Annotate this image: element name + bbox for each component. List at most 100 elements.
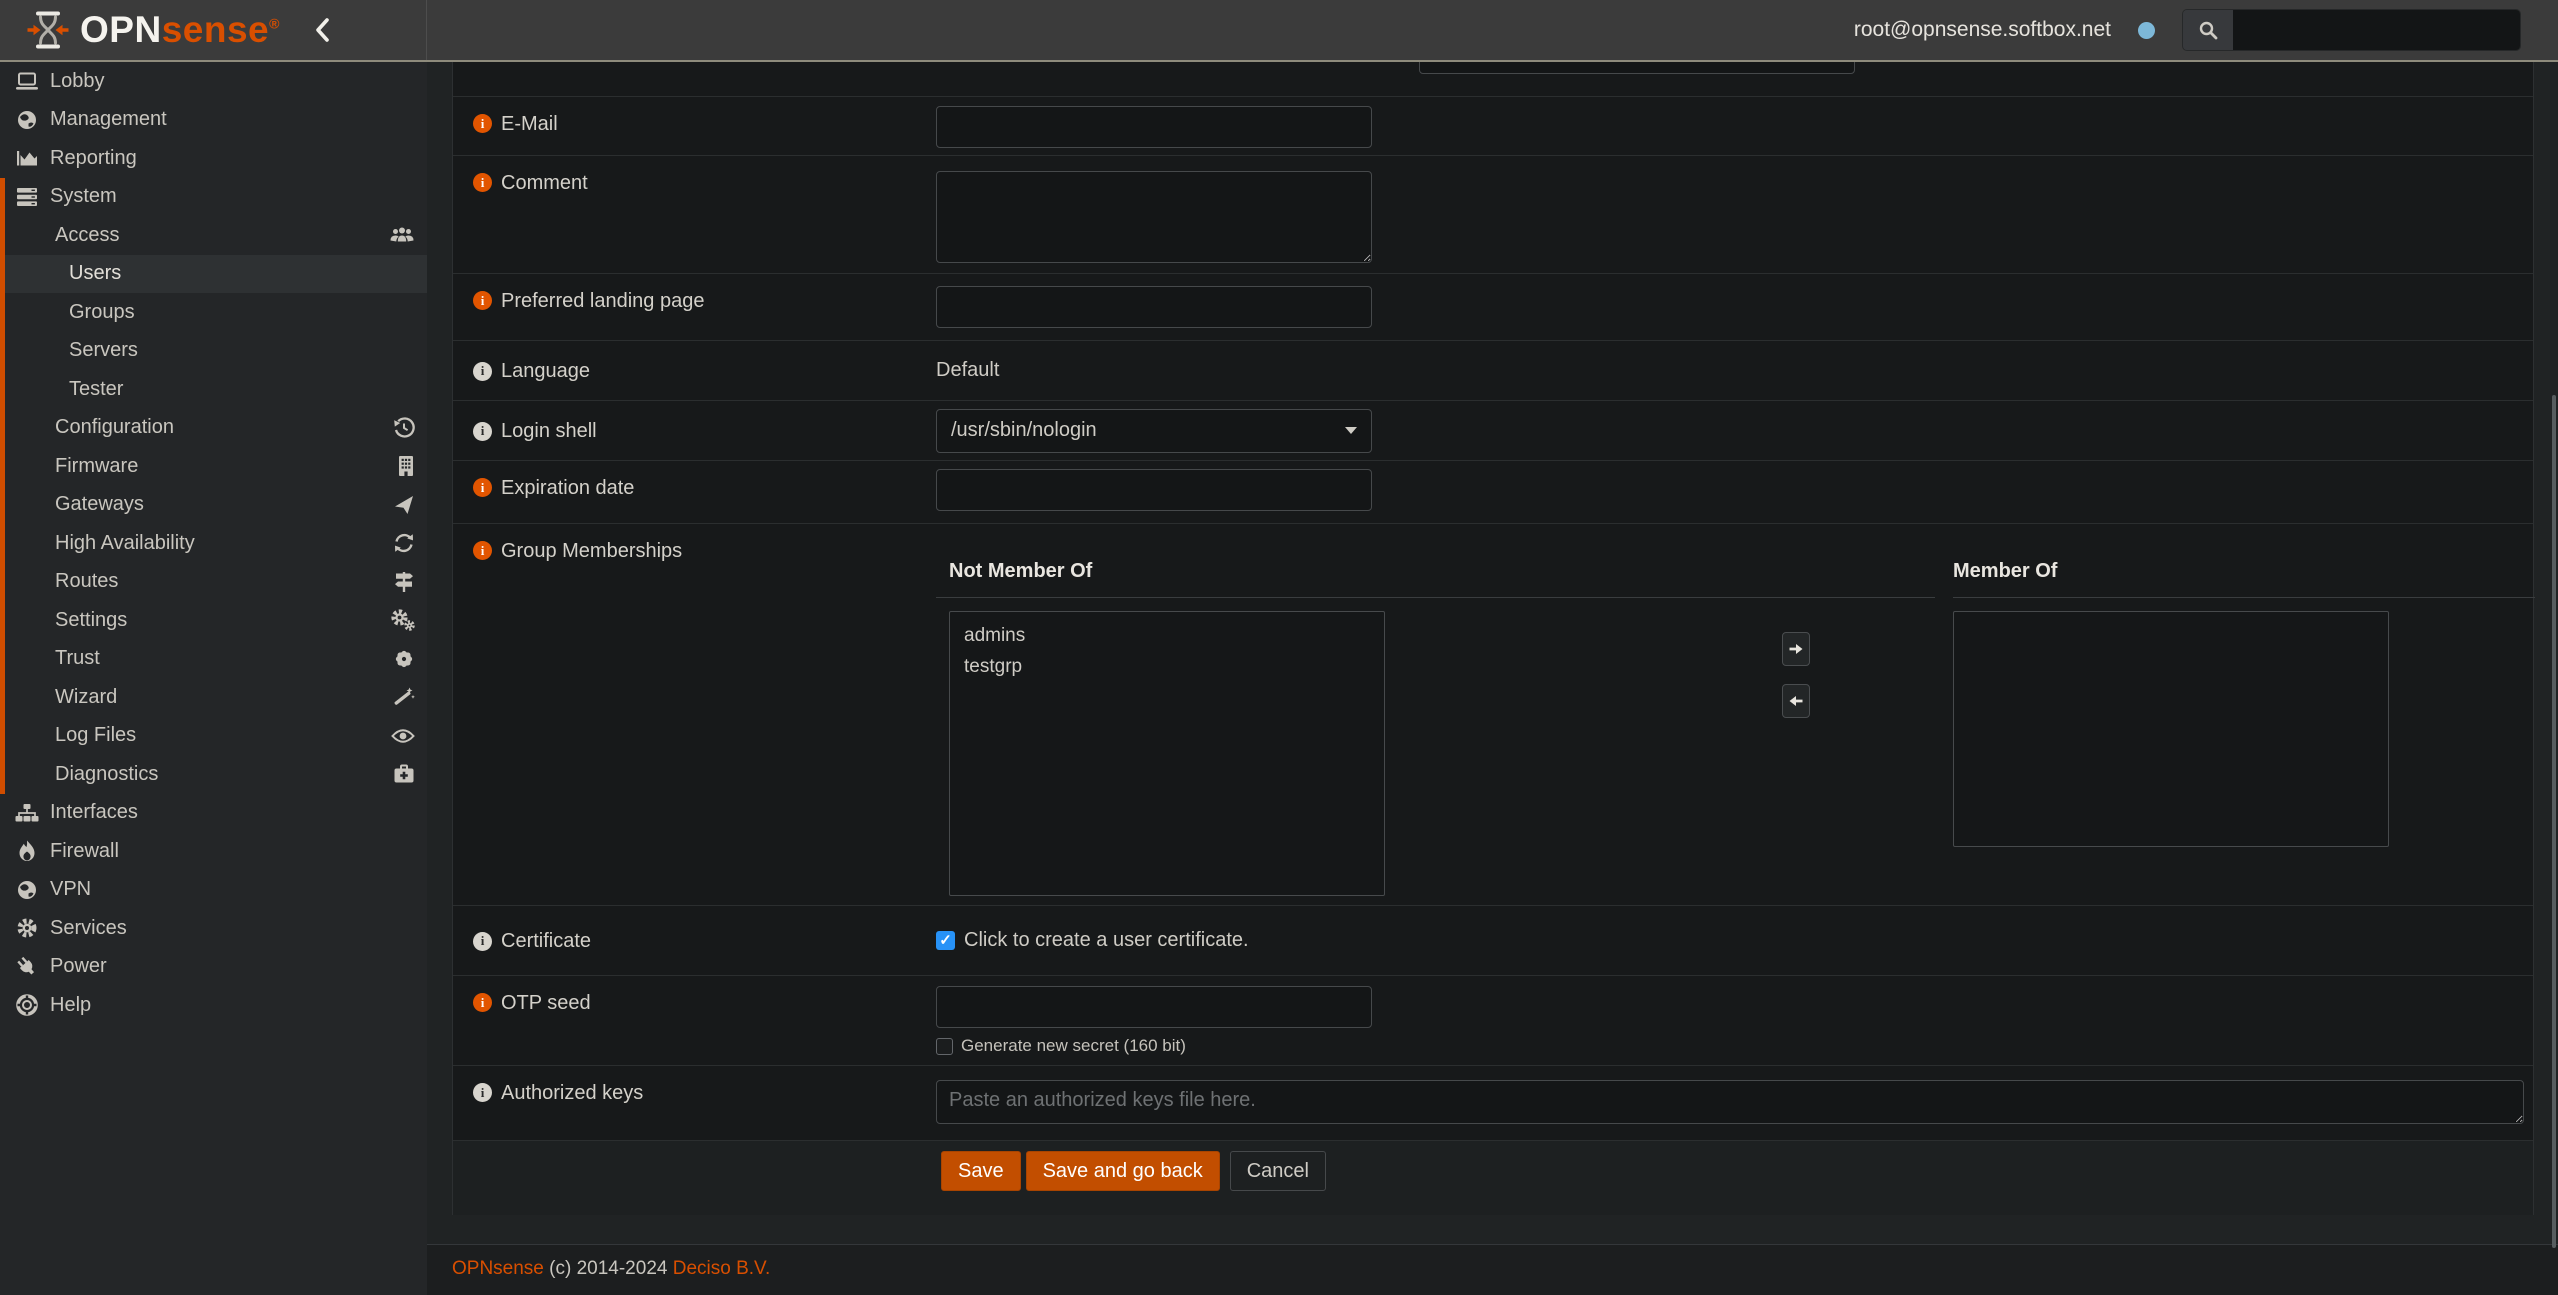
field-label: Certificate <box>501 930 591 952</box>
info-icon[interactable]: i <box>473 422 492 441</box>
group-option[interactable]: admins <box>950 612 1384 651</box>
deciso-footer-link[interactable]: Deciso B.V. <box>673 1258 771 1279</box>
authorized-keys-textarea[interactable] <box>936 1080 2524 1124</box>
field-label: E-Mail <box>501 113 558 135</box>
sidebar-item-vpn[interactable]: VPN <box>0 871 427 910</box>
brand-logo[interactable]: OPNsense® <box>0 0 427 60</box>
sidebar-item-lobby[interactable]: Lobby <box>0 62 427 101</box>
desktop-icon <box>13 71 41 91</box>
info-icon[interactable]: i <box>473 478 492 497</box>
form-row-comment: i Comment <box>453 155 2533 273</box>
sidebar-item-power[interactable]: Power <box>0 948 427 987</box>
life-ring-icon <box>13 994 41 1016</box>
brand-text: OPNsense® <box>80 9 280 51</box>
sidebar-item-reporting[interactable]: Reporting <box>0 139 427 178</box>
sidebar-collapse-chevron-icon[interactable] <box>314 17 330 43</box>
generate-secret-label: Generate new secret (160 bit) <box>961 1036 1186 1056</box>
remove-from-group-button[interactable] <box>1782 684 1810 718</box>
sidebar-item-system[interactable]: System <box>5 178 427 217</box>
vertical-scrollbar[interactable] <box>2552 395 2556 1248</box>
history-icon <box>393 417 415 439</box>
sidebar-item-groups[interactable]: Groups <box>5 293 427 332</box>
opnsense-footer-link[interactable]: OPNsense <box>452 1258 544 1279</box>
sidebar-item-routes[interactable]: Routes <box>5 563 427 602</box>
chevron-down-icon <box>1345 427 1357 434</box>
field-label: OTP seed <box>501 992 591 1014</box>
info-icon[interactable]: i <box>473 291 492 310</box>
expiration-date-input[interactable] <box>936 469 1372 511</box>
sidebar-item-configuration[interactable]: Configuration <box>5 409 427 448</box>
info-icon[interactable]: i <box>473 173 492 192</box>
sidebar-item-access[interactable]: Access <box>5 216 427 255</box>
search-icon[interactable] <box>2183 10 2233 50</box>
landing-page-input[interactable] <box>936 286 1372 328</box>
field-label: Preferred landing page <box>501 290 704 312</box>
gear-icon <box>13 917 41 939</box>
form-row-group-memberships: i Group Memberships Not Member Of admins… <box>453 523 2533 905</box>
logged-in-user[interactable]: root@opnsense.softbox.net <box>1854 18 2111 42</box>
user-status-dot[interactable] <box>2138 22 2155 39</box>
partial-top-input[interactable] <box>1419 62 1855 74</box>
sidebar-item-log-files[interactable]: Log Files <box>5 717 427 756</box>
info-icon[interactable]: i <box>473 932 492 951</box>
sidebar-item-settings[interactable]: Settings <box>5 601 427 640</box>
send-icon <box>393 494 415 516</box>
field-label: Login shell <box>501 420 597 442</box>
save-button[interactable]: Save <box>941 1151 1021 1191</box>
group-option[interactable]: testgrp <box>950 651 1384 682</box>
save-and-go-back-button[interactable]: Save and go back <box>1026 1151 1220 1191</box>
sidebar-item-tester[interactable]: Tester <box>5 370 427 409</box>
certificate-checkbox-label: Click to create a user certificate. <box>964 929 1249 952</box>
sidebar-item-interfaces[interactable]: Interfaces <box>0 794 427 833</box>
sidebar-item-trust[interactable]: Trust <box>5 640 427 679</box>
info-icon[interactable]: i <box>473 1083 492 1102</box>
eye-icon <box>391 728 415 744</box>
certificate-badge-icon <box>393 648 415 670</box>
sidebar-item-services[interactable]: Services <box>0 909 427 948</box>
field-label: Authorized keys <box>501 1082 643 1104</box>
medkit-icon <box>393 764 415 785</box>
fire-icon <box>13 840 41 862</box>
info-icon[interactable]: i <box>473 362 492 381</box>
sitemap-icon <box>13 803 41 823</box>
building-icon <box>397 455 415 477</box>
field-label: Comment <box>501 172 588 194</box>
sidebar-item-high-availability[interactable]: High Availability <box>5 524 427 563</box>
form-row-authorized-keys: i Authorized keys <box>453 1065 2533 1140</box>
add-to-group-button[interactable] <box>1782 632 1810 666</box>
sidebar-item-help[interactable]: Help <box>0 986 427 1025</box>
magic-wand-icon <box>393 686 415 708</box>
sidebar-item-management[interactable]: Management <box>0 101 427 140</box>
member-of-column: Member Of <box>1953 560 2535 847</box>
comment-textarea[interactable] <box>936 171 1372 263</box>
info-icon[interactable]: i <box>473 541 492 560</box>
info-icon[interactable]: i <box>473 114 492 133</box>
email-input[interactable] <box>936 106 1372 148</box>
generate-secret-checkbox[interactable] <box>936 1038 953 1055</box>
sidebar-item-gateways[interactable]: Gateways <box>5 486 427 525</box>
sidebar-item-wizard[interactable]: Wizard <box>5 678 427 717</box>
area-chart-icon <box>13 149 41 167</box>
sidebar-item-firmware[interactable]: Firmware <box>5 447 427 486</box>
sidebar-item-users[interactable]: Users <box>5 255 427 294</box>
form-actions-row: Save Save and go back Cancel <box>453 1140 2533 1215</box>
sidebar-nav: Lobby Management Reporting System Access… <box>0 62 427 1295</box>
login-shell-select[interactable]: /usr/sbin/nologin <box>936 409 1372 453</box>
sidebar-item-firewall[interactable]: Firewall <box>0 832 427 871</box>
member-of-listbox[interactable] <box>1953 611 2389 847</box>
otp-seed-input[interactable] <box>936 986 1372 1028</box>
search-input[interactable] <box>2233 10 2521 50</box>
form-row-email: i E-Mail <box>453 96 2533 155</box>
field-label: Language <box>501 360 590 382</box>
globe-icon <box>13 879 41 901</box>
sidebar-item-servers[interactable]: Servers <box>5 332 427 371</box>
login-shell-selected-value: /usr/sbin/nologin <box>951 419 1097 442</box>
cancel-button[interactable]: Cancel <box>1230 1151 1326 1191</box>
user-edit-form-panel: i E-Mail i Comment i Preferred landing p… <box>452 62 2534 1215</box>
not-member-of-listbox[interactable]: admins testgrp <box>949 611 1385 896</box>
certificate-checkbox[interactable]: ✓ <box>936 931 955 950</box>
field-label: Group Memberships <box>501 540 682 562</box>
sidebar-item-diagnostics[interactable]: Diagnostics <box>5 755 427 794</box>
info-icon[interactable]: i <box>473 993 492 1012</box>
refresh-icon <box>393 533 415 553</box>
